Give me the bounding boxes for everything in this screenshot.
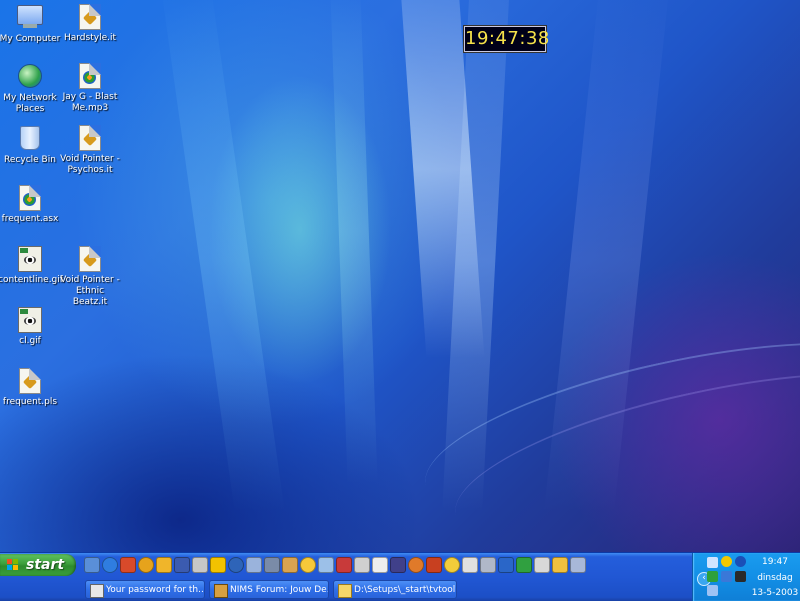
it-file-icon (77, 125, 103, 151)
tool-tray-icon[interactable] (735, 571, 746, 582)
taskbar-button-tvtool-folder[interactable]: D:\Setups\_start\tvtool (333, 580, 457, 599)
settings-app-icon[interactable] (480, 557, 496, 573)
desktop[interactable]: My Computer My Network Places Recycle Bi… (0, 0, 800, 552)
messenger-app-icon[interactable] (444, 557, 460, 573)
network-tray-icon[interactable] (707, 557, 718, 568)
desktop-icon-jay-g-blast-me[interactable]: Jay G - Blast Me.mp3 (58, 62, 122, 114)
green-tray-icon[interactable] (707, 571, 718, 582)
taskbar: start Your password for th... NIMS Forum… (0, 552, 800, 601)
desktop-icon-frequent-pls[interactable]: frequent.pls (0, 367, 62, 408)
desktop-icon-contentline-gif[interactable]: contentline.gif (0, 245, 63, 286)
desktop-icon-label: Hardstyle.it (63, 33, 116, 43)
shortcut-app-icon[interactable] (426, 557, 442, 573)
hardware-app-icon[interactable] (462, 557, 478, 573)
start-button[interactable]: start (0, 554, 76, 576)
windows-logo-icon (7, 559, 19, 571)
tray-clock-time[interactable]: 19:47 (751, 557, 799, 567)
network-app-icon[interactable] (498, 557, 514, 573)
desktop-icon-label: frequent.pls (2, 397, 58, 407)
desktop-icon-label: Recycle Bin (4, 155, 56, 165)
taskbar-button-label: D:\Setups\_start\tvtool (354, 585, 456, 595)
desktop-icon-label: contentline.gif (0, 275, 63, 285)
browser-window-icon (214, 584, 228, 598)
wallpaper-light-beam (160, 0, 289, 540)
taskbar-button-nims-forum[interactable]: NIMS Forum: Jouw De... (209, 580, 329, 599)
desktop-icon-label: Jay G - Blast Me.mp3 (62, 92, 118, 113)
desktop-icon-label: frequent.asx (1, 214, 59, 224)
playlist-file-icon (17, 368, 43, 394)
desktop-icon-cl-gif[interactable]: cl.gif (0, 306, 62, 347)
desktop-icon-recycle-bin[interactable]: Recycle Bin (0, 124, 62, 166)
help-tray-icon[interactable] (735, 556, 746, 567)
firefox-like-icon[interactable] (408, 557, 424, 573)
display-tray-icon[interactable] (707, 585, 718, 596)
desktop-icon-label: Void Pointer - Ethnic Beatz.it (60, 275, 120, 307)
messenger-tray-icon[interactable] (721, 556, 732, 567)
show-desktop-icon[interactable] (84, 557, 100, 573)
misc-app-icon[interactable] (570, 557, 586, 573)
window-app-icon[interactable] (354, 557, 370, 573)
pencil-app-icon[interactable] (552, 557, 568, 573)
taskbar-button-label: Your password for th... (106, 585, 205, 595)
green-app-icon[interactable] (516, 557, 532, 573)
winamp-icon[interactable] (138, 557, 154, 573)
game-app-icon[interactable] (336, 557, 352, 573)
editor-app-icon[interactable] (390, 557, 406, 573)
it-file-icon (77, 246, 103, 272)
desktop-icon-label: cl.gif (19, 336, 41, 346)
desktop-icon-label: Void Pointer - Psychos.it (60, 154, 120, 175)
desktop-icon-void-pointer-psychos[interactable]: Void Pointer - Psychos.it (58, 124, 122, 176)
gif-image-icon (17, 246, 43, 272)
tray-clock-day: dinsdag (757, 573, 793, 583)
monitor-tray-icon[interactable] (721, 571, 732, 582)
network-places-icon (17, 64, 43, 90)
start-label: start (26, 557, 65, 573)
globe-app-icon[interactable] (228, 557, 244, 573)
ftp-app-icon[interactable] (174, 557, 190, 573)
media-app-icon[interactable] (120, 557, 136, 573)
desktop-icon-label: My Network Places (3, 93, 57, 114)
folder-icon (338, 584, 352, 598)
system-tray: ‹ 19:47 dinsdag 13-5-2003 (692, 553, 800, 601)
gif-image-icon (17, 307, 43, 333)
plane-app-icon[interactable] (246, 557, 262, 573)
internet-explorer-icon[interactable] (102, 557, 118, 573)
desktop-clock-widget[interactable]: 19:47:38 (464, 26, 549, 52)
desktop-icon-my-computer[interactable]: My Computer (0, 3, 62, 45)
password-app-icon (90, 584, 104, 598)
desktop-icon-label: My Computer (0, 34, 61, 44)
half-life-icon[interactable] (210, 557, 226, 573)
utility-app-icon[interactable] (192, 557, 208, 573)
tray-clock-date: 13-5-2003 (751, 588, 799, 598)
it-file-icon (77, 4, 103, 30)
document-app-icon[interactable] (372, 557, 388, 573)
desktop-icon-my-network-places[interactable]: My Network Places (0, 62, 62, 115)
wallpaper-light-beam (330, 0, 380, 540)
lightning-app-icon[interactable] (156, 557, 172, 573)
desktop-icon-hardstyle-it[interactable]: Hardstyle.it (58, 3, 122, 44)
media-file-icon (77, 63, 103, 89)
calculator-app-icon[interactable] (534, 557, 550, 573)
tool-app-icon[interactable] (264, 557, 280, 573)
my-computer-icon (17, 5, 43, 31)
terminal-app-icon[interactable] (318, 557, 334, 573)
package-app-icon[interactable] (282, 557, 298, 573)
chat-app-icon[interactable] (300, 557, 316, 573)
taskbar-button-label: NIMS Forum: Jouw De... (230, 585, 329, 595)
quick-launch-bar (82, 556, 602, 576)
taskbar-button-password[interactable]: Your password for th... (85, 580, 205, 599)
desktop-icon-frequent-asx[interactable]: frequent.asx (0, 184, 62, 225)
media-file-icon (17, 185, 43, 211)
recycle-bin-icon (17, 126, 43, 152)
desktop-icon-void-pointer-ethnic-beatz[interactable]: Void Pointer - Ethnic Beatz.it (58, 245, 122, 308)
